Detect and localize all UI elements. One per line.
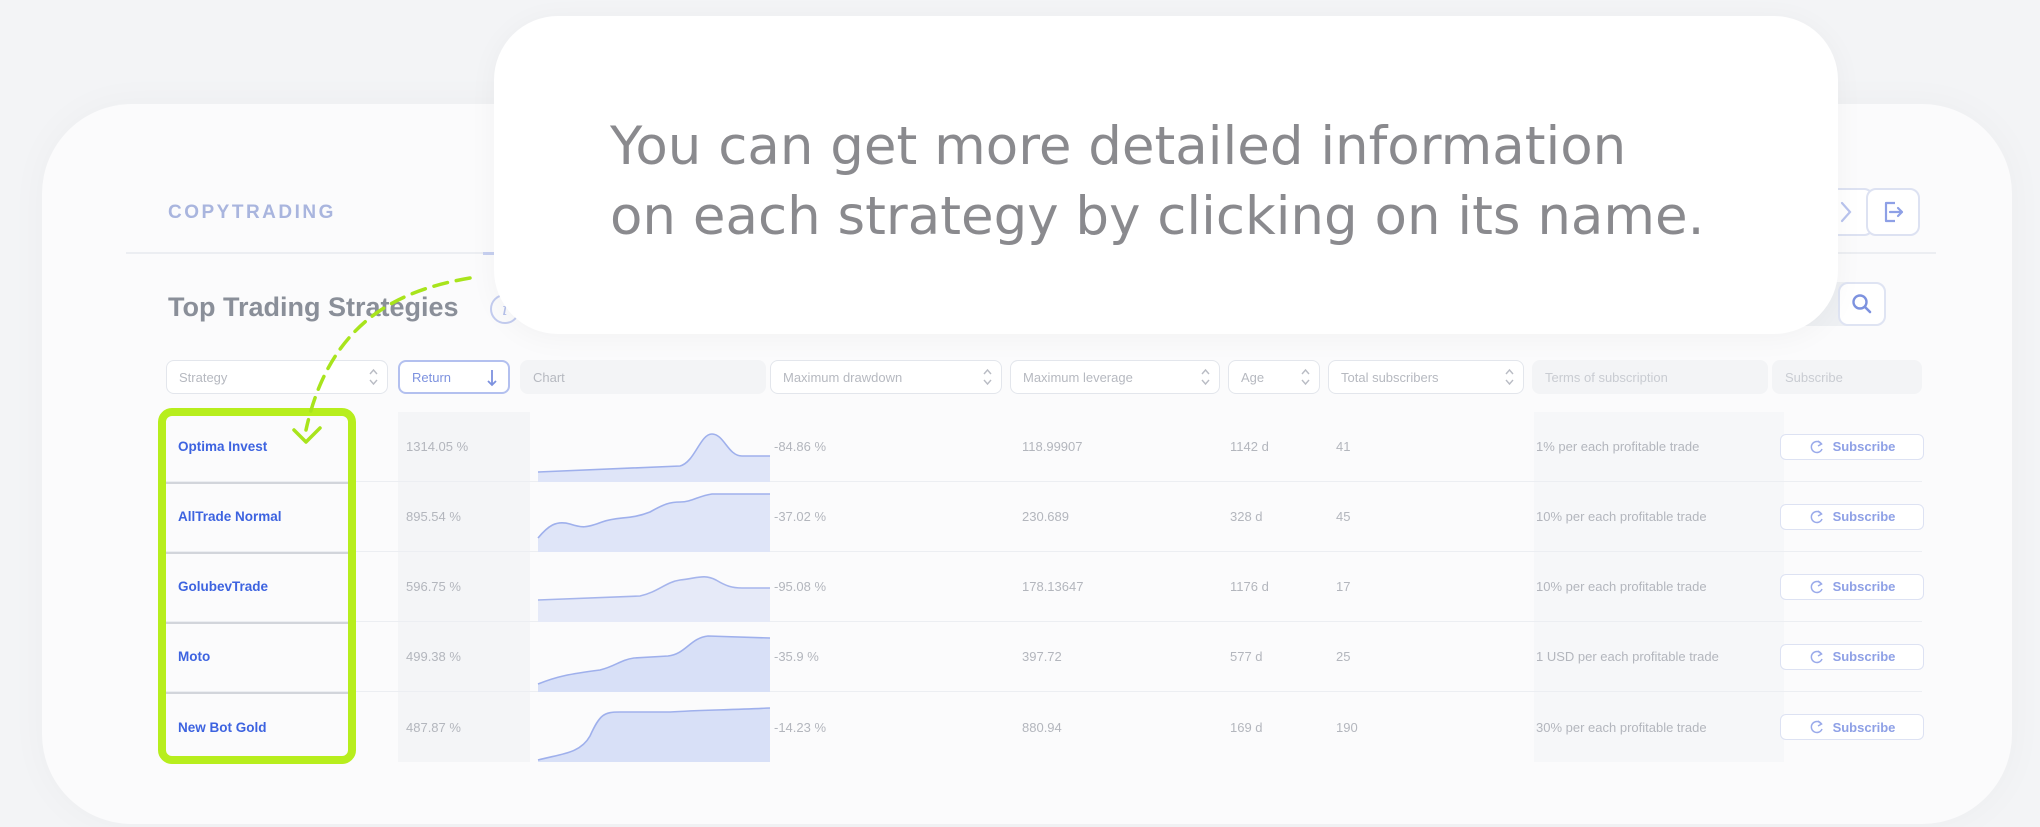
drawdown-value: -95.08 % <box>774 579 827 594</box>
column-header-leverage[interactable]: Maximum leverage <box>1010 360 1220 394</box>
column-label: Chart <box>533 369 565 385</box>
drawdown-value: -37.02 % <box>774 509 827 524</box>
arrow-down-icon <box>487 370 497 387</box>
subscribe-label: Subscribe <box>1832 509 1896 524</box>
subscribe-label: Subscribe <box>1832 439 1896 454</box>
leverage-value: 880.94 <box>1022 719 1062 735</box>
sort-icon <box>369 368 378 386</box>
return-value: 596.75 % <box>398 552 530 621</box>
sort-icon <box>1201 368 1210 386</box>
subscribe-label: Subscribe <box>1832 579 1896 594</box>
logout-icon <box>1884 201 1904 223</box>
subscribe-cell: Subscribe <box>1780 692 1924 762</box>
subscribe-label: Subscribe <box>1832 649 1896 664</box>
search-button[interactable] <box>1838 282 1886 326</box>
subscribers-value: 25 <box>1336 649 1351 664</box>
column-header-strategy[interactable]: Strategy <box>166 360 388 394</box>
strategies-table: Optima Invest 1314.05 % -84.86 % 118.999… <box>166 412 1924 762</box>
subscribe-cell: Subscribe <box>1780 622 1924 691</box>
return-value: 499.38 % <box>398 622 530 691</box>
subscribe-button[interactable]: Subscribe <box>1780 433 1924 460</box>
column-header-age[interactable]: Age <box>1228 360 1320 394</box>
return-value: 487.87 % <box>398 692 530 762</box>
subscribe-button[interactable]: Subscribe <box>1780 643 1924 670</box>
column-label: Terms of subscription <box>1545 369 1668 385</box>
column-label: Maximum leverage <box>1023 369 1133 385</box>
terms-value: 10% per each profitable trade <box>1534 552 1784 621</box>
age-value: 328 d <box>1230 509 1263 524</box>
refresh-icon <box>1810 649 1823 663</box>
column-label: Total subscribers <box>1341 369 1439 385</box>
sparkline-chart <box>530 482 770 552</box>
sort-icon <box>983 368 992 386</box>
tooltip-line: You can get more detailed information <box>610 116 1627 177</box>
subscribe-label: Subscribe <box>1832 719 1896 735</box>
sparkline-chart <box>530 552 770 622</box>
table-row: AllTrade Normal 895.54 % -37.02 % 230.68… <box>166 482 1924 552</box>
column-header-chart: Chart <box>520 360 766 394</box>
drawdown-value: -84.86 % <box>774 439 827 454</box>
terms-value: 1 USD per each profitable trade <box>1534 622 1784 691</box>
sparkline-chart <box>530 412 770 482</box>
refresh-icon <box>1810 579 1823 593</box>
refresh-icon <box>1810 509 1823 523</box>
strategy-name-highlight <box>158 408 356 764</box>
column-header-drawdown[interactable]: Maximum drawdown <box>770 360 1002 394</box>
subscribe-cell: Subscribe <box>1780 482 1924 551</box>
sort-icon <box>1301 368 1310 386</box>
subscribe-cell: Subscribe <box>1780 412 1924 481</box>
sort-icon <box>1505 368 1514 386</box>
subscribe-button[interactable]: Subscribe <box>1780 503 1924 530</box>
age-value: 1176 d <box>1230 579 1269 594</box>
column-label: Age <box>1241 369 1265 385</box>
column-label: Return <box>412 369 452 385</box>
tooltip-text: You can get more detailed information on… <box>610 112 1710 252</box>
sparkline-chart <box>530 622 770 692</box>
refresh-icon <box>1810 720 1823 734</box>
return-value: 895.54 % <box>398 482 530 551</box>
column-label: Subscribe <box>1785 369 1843 385</box>
logout-button[interactable] <box>1866 188 1920 236</box>
subscribers-value: 17 <box>1336 579 1351 594</box>
column-header-subscribe: Subscribe <box>1772 360 1922 394</box>
table-row: GolubevTrade 596.75 % -95.08 % 178.13647… <box>166 552 1924 622</box>
page-title: Top Trading Strategies <box>168 292 459 322</box>
search-icon <box>1852 294 1872 314</box>
leverage-value: 230.689 <box>1022 509 1069 524</box>
subscribers-value: 190 <box>1336 719 1358 735</box>
brand-logo: COPYTRADING <box>168 202 336 223</box>
sparkline-chart <box>530 692 770 762</box>
table-row: Optima Invest 1314.05 % -84.86 % 118.999… <box>166 412 1924 482</box>
table-row: New Bot Gold 487.87 % -14.23 % 880.94 16… <box>166 692 1924 762</box>
column-header-terms: Terms of subscription <box>1532 360 1768 394</box>
column-header-return[interactable]: Return <box>398 360 510 394</box>
subscribers-value: 41 <box>1336 439 1351 454</box>
return-value: 1314.05 % <box>398 412 530 481</box>
subscribe-cell: Subscribe <box>1780 552 1924 621</box>
subscribe-button[interactable]: Subscribe <box>1780 714 1924 740</box>
terms-value: 10% per each profitable trade <box>1534 482 1784 551</box>
column-label: Maximum drawdown <box>783 369 903 385</box>
column-label: Strategy <box>179 369 228 385</box>
subscribe-button[interactable]: Subscribe <box>1780 573 1924 600</box>
refresh-icon <box>1810 439 1823 453</box>
terms-value: 30% per each profitable trade <box>1534 692 1784 762</box>
leverage-value: 118.99907 <box>1022 439 1083 454</box>
age-value: 1142 d <box>1230 439 1269 454</box>
drawdown-value: -14.23 % <box>774 719 827 735</box>
subscribers-value: 45 <box>1336 509 1351 524</box>
tooltip-line: on each strategy by clicking on its name… <box>610 186 1705 247</box>
age-value: 169 d <box>1230 719 1263 735</box>
drawdown-value: -35.9 % <box>774 649 819 664</box>
age-value: 577 d <box>1230 649 1263 664</box>
column-header-subscribers[interactable]: Total subscribers <box>1328 360 1524 394</box>
table-row: Moto 499.38 % -35.9 % 397.72 577 d 25 1 … <box>166 622 1924 692</box>
onboarding-tooltip: You can get more detailed information on… <box>494 16 1838 334</box>
terms-value: 1% per each profitable trade <box>1534 412 1784 481</box>
leverage-value: 178.13647 <box>1022 579 1084 594</box>
leverage-value: 397.72 <box>1022 649 1062 664</box>
